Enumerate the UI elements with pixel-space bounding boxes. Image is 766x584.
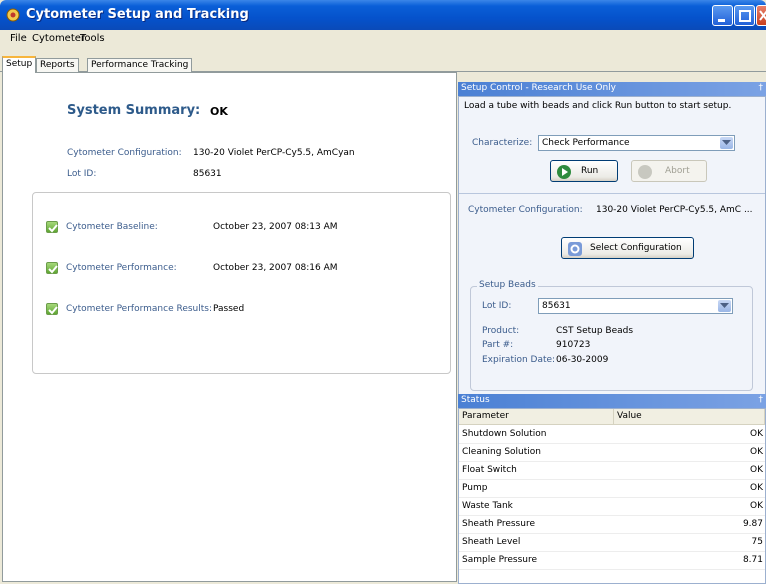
table-row[interactable]: Float Switch OK — [459, 462, 765, 480]
tab-setup[interactable]: Setup — [2, 56, 37, 73]
status-header: Status † — [458, 394, 766, 408]
row-parameter: Sample Pressure — [462, 555, 538, 565]
beads-lot-select[interactable]: 85631 — [538, 298, 733, 314]
row-parameter: Waste Tank — [462, 501, 513, 511]
select-configuration-button[interactable]: Select Configuration — [561, 237, 694, 259]
row-value: OK — [750, 483, 763, 493]
row-value: 9.87 — [742, 519, 763, 529]
window-title: Cytometer Setup and Tracking — [26, 7, 249, 22]
setup-control-panel: Load a tube with beads and click Run but… — [458, 96, 766, 398]
setup-beads-legend: Setup Beads — [477, 280, 538, 290]
row-parameter: Pump — [462, 483, 488, 493]
baseline-value: October 23, 2007 08:13 AM — [213, 222, 338, 232]
beads-lot-label: Lot ID: — [482, 301, 512, 311]
cytometer-app-icon — [6, 8, 20, 22]
config-value: 130-20 Violet PerCP-Cy5.5, AmCyan — [193, 148, 355, 158]
abort-icon — [638, 165, 652, 179]
table-row[interactable]: Pump OK — [459, 480, 765, 498]
table-row[interactable]: Shutdown Solution OK — [459, 426, 765, 444]
pin-icon[interactable]: † — [759, 83, 764, 93]
results-label: Cytometer Performance Results: — [66, 304, 212, 314]
summary-title: System Summary: — [67, 103, 201, 118]
lot-id-label: Lot ID: — [67, 169, 97, 179]
maximize-icon — [739, 10, 751, 22]
product-label: Product: — [482, 326, 520, 336]
summary-status: OK — [210, 105, 228, 118]
table-row[interactable]: Sheath Level 75 — [459, 534, 765, 552]
performance-label: Cytometer Performance: — [66, 263, 177, 273]
setup-instructions: Load a tube with beads and click Run but… — [464, 101, 732, 111]
column-header-parameter[interactable]: Parameter — [459, 409, 614, 425]
menu-bar: File Cytometer Tools — [0, 30, 766, 48]
summary-panel: System Summary: OK Cytometer Configurati… — [2, 72, 457, 582]
characterize-label: Characterize: — [472, 138, 533, 148]
part-label: Part #: — [482, 340, 514, 350]
lot-id-value: 85631 — [193, 169, 222, 179]
chevron-down-icon[interactable] — [720, 137, 733, 149]
column-header-value[interactable]: Value — [614, 409, 765, 425]
menu-cytometer[interactable]: Cytometer — [32, 33, 85, 44]
pin-icon[interactable]: † — [759, 395, 764, 405]
row-parameter: Shutdown Solution — [462, 429, 547, 439]
table-row[interactable]: Cleaning Solution OK — [459, 444, 765, 462]
setup-beads-group: Setup Beads Lot ID: 85631 Product: CST S… — [470, 280, 753, 391]
row-value: OK — [750, 447, 763, 457]
menu-file[interactable]: File — [10, 33, 27, 44]
row-value: 8.71 — [742, 555, 763, 565]
baseline-label: Cytometer Baseline: — [66, 222, 158, 232]
row-parameter: Float Switch — [462, 465, 517, 475]
close-button[interactable] — [756, 5, 766, 26]
checks-box: Cytometer Baseline: October 23, 2007 08:… — [32, 192, 451, 374]
close-icon — [759, 10, 766, 21]
product-value: CST Setup Beads — [556, 326, 634, 336]
row-value: OK — [750, 465, 763, 475]
cp-config-label: Cytometer Configuration: — [468, 205, 583, 215]
gear-icon — [568, 242, 582, 256]
row-value: 75 — [751, 537, 763, 547]
abort-button[interactable]: Abort — [631, 160, 707, 182]
menu-tools[interactable]: Tools — [80, 33, 105, 44]
tab-strip: Setup Reports Performance Tracking — [0, 48, 766, 73]
row-parameter: Sheath Pressure — [462, 519, 535, 529]
part-value: 910723 — [556, 340, 591, 350]
tab-performance-tracking[interactable]: Performance Tracking — [87, 58, 193, 72]
cp-config-value: 130-20 Violet PerCP-Cy5.5, AmC ... — [596, 205, 753, 215]
table-row[interactable]: Waste Tank OK — [459, 498, 765, 516]
check-icon — [46, 303, 58, 315]
check-icon — [46, 221, 58, 233]
configuration-section: Cytometer Configuration: 130-20 Violet P… — [459, 193, 765, 397]
row-value: OK — [750, 501, 763, 511]
row-parameter: Cleaning Solution — [462, 447, 541, 457]
minimize-button[interactable] — [712, 5, 733, 26]
status-table: Parameter Value Shutdown Solution OK Cle… — [458, 408, 766, 584]
characterize-select[interactable]: Check Performance — [538, 135, 735, 151]
row-value: OK — [750, 429, 763, 439]
expiration-label: Expiration Date: — [482, 355, 556, 365]
table-row[interactable]: Sample Pressure 8.71 — [459, 552, 765, 570]
table-row[interactable]: Sheath Pressure 9.87 — [459, 516, 765, 534]
minimize-icon — [718, 19, 725, 22]
performance-value: October 23, 2007 08:16 AM — [213, 263, 338, 273]
row-parameter: Sheath Level — [462, 537, 521, 547]
tab-reports[interactable]: Reports — [36, 58, 79, 72]
expiration-value: 06-30-2009 — [556, 355, 609, 365]
results-value: Passed — [213, 304, 245, 314]
config-label: Cytometer Configuration: — [67, 148, 182, 158]
check-icon — [46, 262, 58, 274]
run-icon — [557, 165, 571, 179]
title-bar[interactable]: Cytometer Setup and Tracking — [0, 0, 766, 30]
chevron-down-icon[interactable] — [718, 300, 731, 312]
setup-run-section: Load a tube with beads and click Run but… — [459, 97, 765, 193]
maximize-button[interactable] — [734, 5, 755, 26]
setup-control-header: Setup Control - Research Use Only † — [458, 82, 766, 96]
run-button[interactable]: Run — [550, 160, 618, 182]
